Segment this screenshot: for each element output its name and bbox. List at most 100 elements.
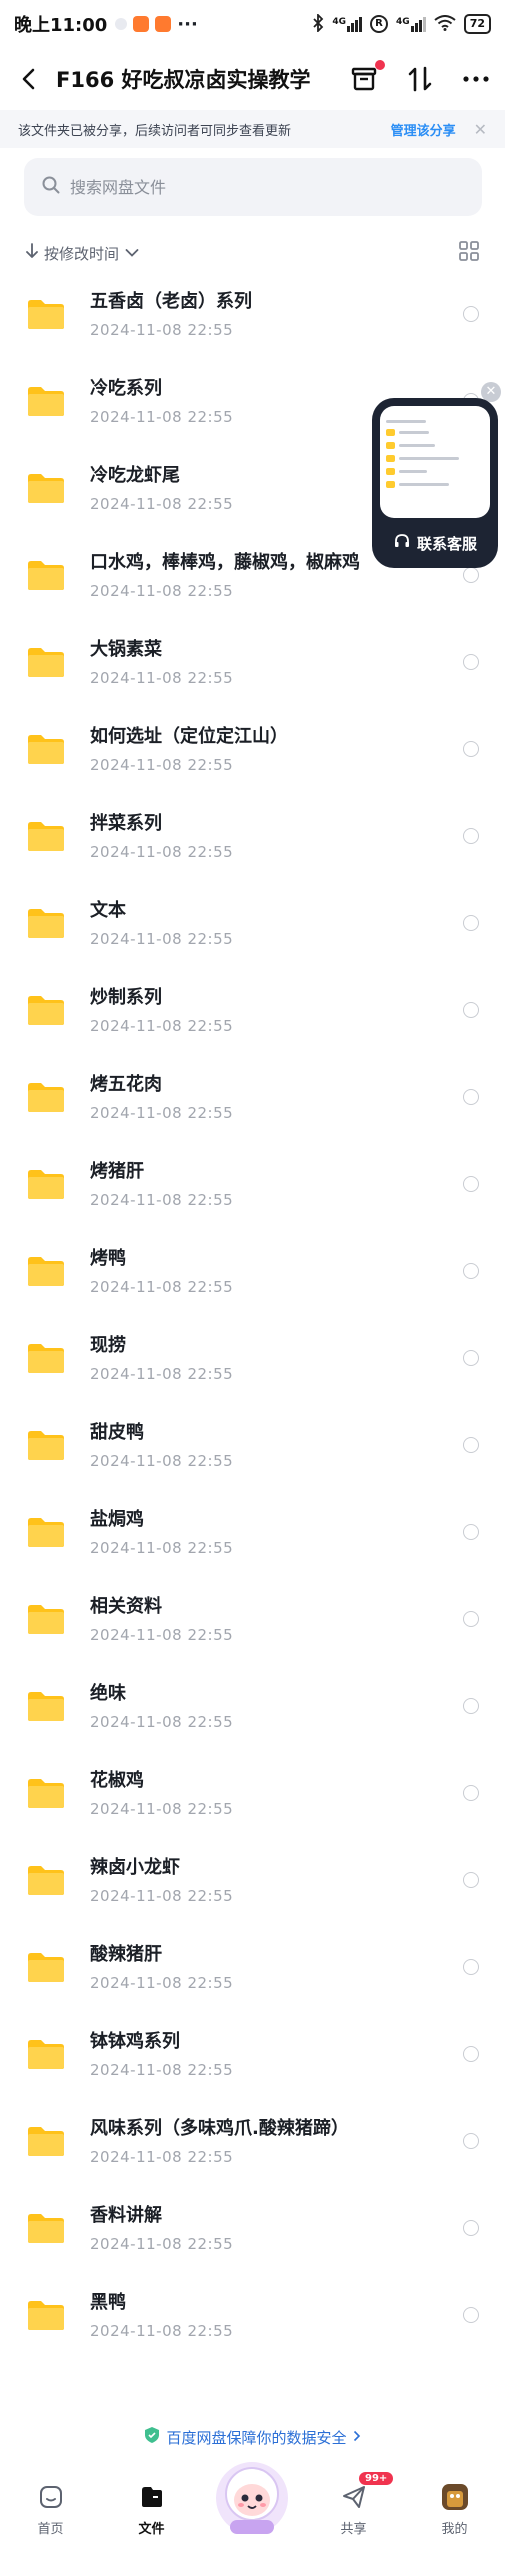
file-row[interactable]: 绝味 2024-11-08 22:55 [0,1662,505,1749]
file-row[interactable]: 花椒鸡 2024-11-08 22:55 [0,1749,505,1836]
more-options-icon[interactable] [461,64,491,94]
file-row[interactable]: 酸辣猪肝 2024-11-08 22:55 [0,1923,505,2010]
title-bar: F166 好吃叔凉卤实操教学 [0,48,505,110]
file-date: 2024-11-08 22:55 [90,1451,234,1470]
file-name: 炒制系列 [90,986,162,1008]
select-checkbox[interactable] [463,2307,479,2323]
file-row[interactable]: 甜皮鸭 2024-11-08 22:55 [0,1401,505,1488]
file-name: 文本 [90,899,126,921]
select-checkbox[interactable] [463,1002,479,1018]
select-checkbox[interactable] [463,1437,479,1453]
file-text: 钵钵鸡系列 2024-11-08 22:55 [90,2029,233,2079]
file-row[interactable]: 钵钵鸡系列 2024-11-08 22:55 [0,2010,505,2097]
back-arrow-icon[interactable] [14,65,42,93]
folder-icon [26,558,66,592]
folder-icon [26,906,66,940]
file-row[interactable]: 香料讲解 2024-11-08 22:55 [0,2184,505,2271]
select-checkbox[interactable] [463,1263,479,1279]
file-row[interactable]: 黑鸭 2024-11-08 22:55 [0,2271,505,2358]
select-checkbox[interactable] [463,567,479,583]
tab-me[interactable]: 我的 [404,2462,505,2560]
tab-home[interactable]: 首页 [0,2462,101,2560]
search-input[interactable] [70,177,450,197]
select-checkbox[interactable] [463,1785,479,1801]
file-name: 风味系列（多味鸡爪.酸辣猪蹄） [90,2117,349,2139]
file-text: 黑鸭 2024-11-08 22:55 [90,2290,233,2340]
select-checkbox[interactable] [463,306,479,322]
file-row[interactable]: 相关资料 2024-11-08 22:55 [0,1575,505,1662]
app-notification-icon [115,18,128,30]
network-type-2: 4G [396,16,410,27]
customer-service-widget[interactable]: 联系客服 [372,398,498,568]
file-row[interactable]: 烤五花肉 2024-11-08 22:55 [0,1053,505,1140]
file-row[interactable]: 盐焗鸡 2024-11-08 22:55 [0,1488,505,1575]
file-row[interactable]: 现捞 2024-11-08 22:55 [0,1314,505,1401]
customer-service-text: 联系客服 [416,534,477,553]
file-date: 2024-11-08 22:55 [90,1886,234,1905]
signal-icon-2: 4G [396,16,426,32]
file-row[interactable]: 烤猪肝 2024-11-08 22:55 [0,1140,505,1227]
paper-plane-icon [339,2482,369,2512]
folder-icon [26,1167,66,1201]
select-checkbox[interactable] [463,654,479,670]
file-row[interactable]: 风味系列（多味鸡爪.酸辣猪蹄） 2024-11-08 22:55 [0,2097,505,2184]
manage-share-link[interactable]: 管理该分享 [391,120,456,139]
file-text: 烤鸭 2024-11-08 22:55 [90,1246,233,1296]
tab-files[interactable]: 文件 [101,2462,202,2560]
file-name: 花椒鸡 [90,1769,144,1791]
file-row[interactable]: 如何选址（定位定江山） 2024-11-08 22:55 [0,705,505,792]
grid-view-icon[interactable] [459,241,479,265]
select-checkbox[interactable] [463,1176,479,1192]
select-checkbox[interactable] [463,1089,479,1105]
file-text: 大锅素菜 2024-11-08 22:55 [90,637,233,687]
file-row[interactable]: 烤鸭 2024-11-08 22:55 [0,1227,505,1314]
select-checkbox[interactable] [463,2046,479,2062]
file-row[interactable]: 辣卤小龙虾 2024-11-08 22:55 [0,1836,505,1923]
sort-button[interactable]: 按修改时间 [26,243,139,264]
sort-arrows-icon[interactable] [405,64,435,94]
file-name: 五香卤（老卤）系列 [90,290,252,312]
select-checkbox[interactable] [463,1350,479,1366]
select-checkbox[interactable] [463,741,479,757]
select-checkbox[interactable] [463,2220,479,2236]
close-icon[interactable]: ✕ [474,120,487,139]
file-row[interactable]: 炒制系列 2024-11-08 22:55 [0,966,505,1053]
folder-icon [26,645,66,679]
customer-service-label: 联系客服 [372,532,498,554]
search-box[interactable] [24,158,482,216]
file-text: 甜皮鸭 2024-11-08 22:55 [90,1420,233,1470]
nfc-icon: R [370,15,389,33]
select-checkbox[interactable] [463,1611,479,1627]
file-text: 盐焗鸡 2024-11-08 22:55 [90,1507,233,1557]
select-checkbox[interactable] [463,1524,479,1540]
status-notification-icons: ··· [115,14,198,35]
security-link[interactable]: 百度网盘保障你的数据安全 [0,2426,505,2448]
transfer-list-icon[interactable] [349,60,385,94]
file-text: 烤五花肉 2024-11-08 22:55 [90,1072,233,1122]
file-text: 烤猪肝 2024-11-08 22:55 [90,1159,233,1209]
file-date: 2024-11-08 22:55 [90,1364,234,1383]
file-row[interactable]: 文本 2024-11-08 22:55 [0,879,505,966]
file-name: 大锅素菜 [90,638,162,660]
file-row[interactable]: 大锅素菜 2024-11-08 22:55 [0,618,505,705]
widget-preview [380,406,490,518]
mascot-icon[interactable] [212,2454,292,2540]
folder-icon [26,1950,66,1984]
select-checkbox[interactable] [463,1959,479,1975]
folder-icon [26,2124,66,2158]
file-name: 相关资料 [90,1595,162,1617]
select-checkbox[interactable] [463,2133,479,2149]
file-name: 香料讲解 [90,2204,162,2226]
select-checkbox[interactable] [463,1872,479,1888]
file-text: 冷吃系列 2024-11-08 22:55 [90,376,233,426]
sort-down-arrow-icon [26,243,38,263]
file-date: 2024-11-08 22:55 [90,1016,234,1035]
file-name: 拌菜系列 [90,812,162,834]
select-checkbox[interactable] [463,828,479,844]
tab-share[interactable]: 99+ 共享 [303,2462,404,2560]
file-name: 冷吃系列 [90,377,162,399]
file-row[interactable]: 拌菜系列 2024-11-08 22:55 [0,792,505,879]
file-row[interactable]: 五香卤（老卤）系列 2024-11-08 22:55 [0,270,505,357]
select-checkbox[interactable] [463,1698,479,1714]
select-checkbox[interactable] [463,915,479,931]
